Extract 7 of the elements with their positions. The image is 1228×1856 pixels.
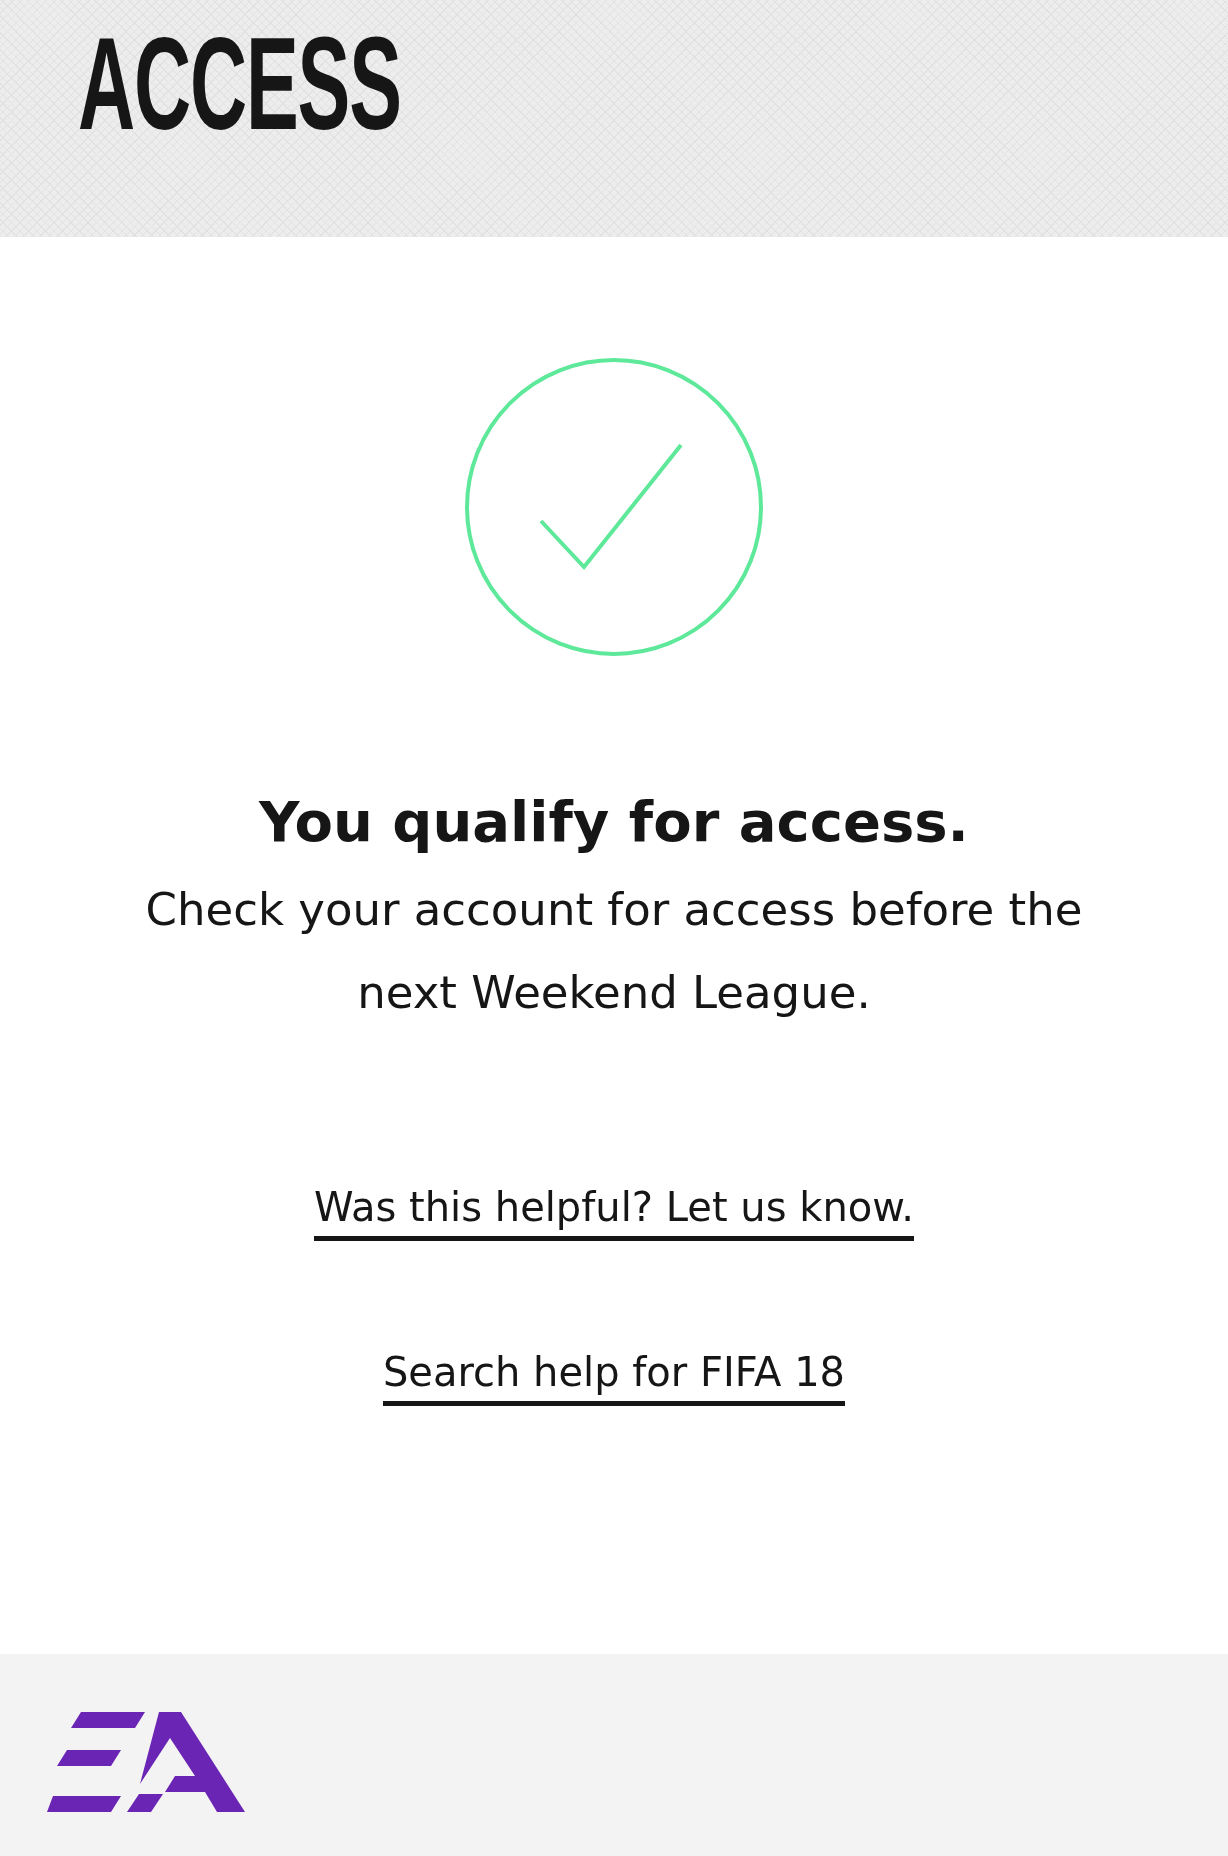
result-message: Check your account for access before the next Weekend League. bbox=[144, 882, 1084, 1021]
help-link[interactable]: Was this helpful? Let us know. bbox=[314, 1184, 914, 1241]
help-link[interactable]: Search help for FIFA 18 bbox=[382, 1349, 846, 1406]
checkmark-icon bbox=[464, 357, 764, 657]
page-title: ACCESS bbox=[78, 18, 401, 150]
logo-icon bbox=[47, 1712, 247, 1812]
result-heading: You qualify for access. bbox=[259, 789, 969, 854]
